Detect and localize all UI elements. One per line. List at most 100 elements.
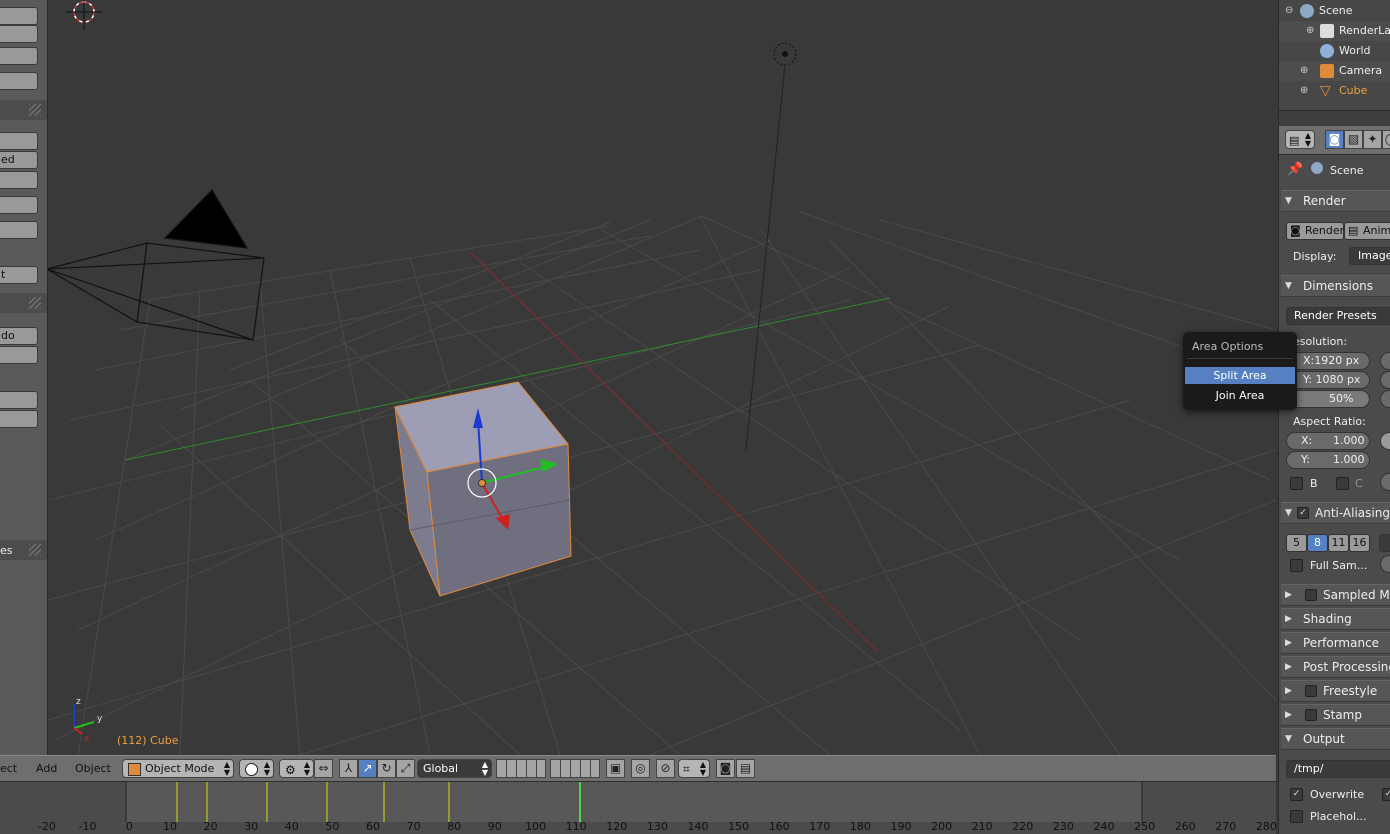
scale-manipulator-icon[interactable]: ⤢ xyxy=(396,759,415,778)
anti-aliasing-checkbox[interactable]: ✓ xyxy=(1297,507,1309,519)
timeline[interactable]: -20 -10 0 10 20 30 40 50 60 70 80 90 100 110 120 130 140… xyxy=(0,782,1277,834)
menu-select[interactable]: ect xyxy=(0,762,17,775)
shelf-button[interactable] xyxy=(0,391,38,409)
transform-orientation-selector[interactable]: Global ▲ ▼ xyxy=(417,759,492,778)
panel-checkbox[interactable] xyxy=(1305,709,1317,721)
panel-post-processing[interactable]: ▶ Post Processing xyxy=(1281,656,1390,678)
resolution-x-field[interactable]: X:1920 px xyxy=(1286,352,1370,370)
output-path-field[interactable]: /tmp/ xyxy=(1286,760,1390,778)
cube-object[interactable] xyxy=(394,381,572,597)
expand-icon[interactable]: ⊕ xyxy=(1306,21,1314,41)
shelf-button[interactable] xyxy=(0,47,38,65)
shelf-panel-header[interactable] xyxy=(0,100,47,120)
outliner-item-world[interactable]: World xyxy=(1279,41,1390,61)
outliner-item-cube[interactable]: ⊕ ▽ Cube xyxy=(1279,81,1390,101)
panel-shading[interactable]: ▶ Shading xyxy=(1281,608,1390,630)
scene-tab-icon[interactable]: ✦ xyxy=(1363,130,1382,149)
expand-icon[interactable]: ⊕ xyxy=(1300,61,1308,81)
rotate-manipulator-icon[interactable]: ↻ xyxy=(377,759,396,778)
full-sample-checkbox[interactable] xyxy=(1290,559,1303,572)
camera-object[interactable] xyxy=(48,189,265,341)
layer-buttons-group-2[interactable] xyxy=(550,759,600,778)
outliner-item-scene[interactable]: ⊖ Scene xyxy=(1279,1,1390,21)
shelf-dropdown[interactable] xyxy=(0,221,38,239)
crop-checkbox[interactable] xyxy=(1336,477,1349,490)
split-area-item[interactable]: Split Area xyxy=(1185,367,1295,384)
shelf-button[interactable] xyxy=(0,25,38,43)
panel-freestyle[interactable]: ▶ Freestyle xyxy=(1281,680,1390,702)
snap-toggle-icon[interactable]: ⊘ xyxy=(656,759,675,778)
shelf-button[interactable]: ed xyxy=(0,151,38,169)
shelf-panel-header[interactable] xyxy=(0,293,47,313)
shelf-button[interactable] xyxy=(0,171,38,189)
translate-manipulator-icon[interactable]: ↗ xyxy=(358,759,377,778)
aspect-y-field[interactable]: Y: 1.000 xyxy=(1286,451,1370,469)
3d-viewport[interactable]: z y x xyxy=(48,0,1276,755)
aspect-x-field[interactable]: X: 1.000 xyxy=(1286,432,1370,450)
panel-checkbox[interactable] xyxy=(1305,685,1317,697)
render-button[interactable]: ◙ Render xyxy=(1286,222,1344,240)
resolution-percentage-field[interactable]: 50% xyxy=(1286,390,1370,408)
world-tab-icon[interactable]: ◯ xyxy=(1382,130,1390,149)
outliner-scrollbar[interactable] xyxy=(1279,110,1390,126)
panel-output[interactable]: ▼ Output xyxy=(1281,728,1390,750)
aa-filter-selector[interactable] xyxy=(1379,534,1390,552)
panel-checkbox[interactable] xyxy=(1305,589,1317,601)
panel-anti-aliasing[interactable]: ▼ ✓ Anti-Aliasing xyxy=(1281,502,1390,524)
display-selector[interactable]: Image xyxy=(1349,247,1390,265)
overwrite-checkbox[interactable]: ✓ xyxy=(1290,788,1303,801)
lock-layers-icon[interactable]: ▣ xyxy=(606,759,625,778)
frame-rate-selector[interactable] xyxy=(1380,432,1390,450)
menu-add[interactable]: Add xyxy=(36,762,57,775)
editor-type-selector[interactable]: ▤ ▲ ▼ xyxy=(1285,130,1315,149)
shelf-button[interactable] xyxy=(0,7,38,25)
manipulate-center-icon[interactable]: ⇔ xyxy=(314,759,333,778)
mode-selector[interactable]: Object Mode ▲ ▼ xyxy=(122,759,234,778)
join-area-item[interactable]: Join Area xyxy=(1185,387,1295,404)
manipulator-toggle-icon[interactable]: ⅄ xyxy=(339,759,358,778)
frame-step-field[interactable] xyxy=(1380,390,1390,408)
aa-sample-11[interactable]: 11 xyxy=(1328,534,1349,552)
render-tab-icon[interactable]: ◙ xyxy=(1325,130,1344,149)
3d-cursor-icon[interactable] xyxy=(66,0,102,30)
render-still-icon[interactable]: ◙ xyxy=(716,759,735,778)
frame-end-field[interactable] xyxy=(1380,371,1390,389)
outliner-item-camera[interactable]: ⊕ Camera xyxy=(1279,61,1390,81)
snap-element-selector[interactable]: ⌗ ▲ ▼ xyxy=(678,759,710,778)
drag-grip-icon[interactable] xyxy=(29,104,41,116)
animation-button[interactable]: ▤ Anima xyxy=(1344,222,1390,240)
shelf-button[interactable]: do xyxy=(0,327,38,345)
time-remap-field[interactable] xyxy=(1380,473,1390,491)
aa-sample-5[interactable]: 5 xyxy=(1286,534,1307,552)
drag-grip-icon[interactable] xyxy=(29,544,41,556)
filter-size-field[interactable] xyxy=(1380,555,1390,573)
border-checkbox[interactable] xyxy=(1290,477,1303,490)
drag-grip-icon[interactable] xyxy=(29,297,41,309)
panel-performance[interactable]: ▶ Performance xyxy=(1281,632,1390,654)
aa-sample-8[interactable]: 8 xyxy=(1307,534,1328,552)
proportional-edit-icon[interactable]: ◎ xyxy=(631,759,650,778)
pivot-point-selector[interactable]: ⚙ ▲ ▼ xyxy=(279,759,314,778)
panel-stamp[interactable]: ▶ Stamp xyxy=(1281,704,1390,726)
shelf-button[interactable] xyxy=(0,196,38,214)
frame-start-field[interactable] xyxy=(1380,352,1390,370)
collapse-icon[interactable]: ⊖ xyxy=(1285,1,1293,21)
shelf-button[interactable] xyxy=(0,346,38,364)
viewport-canvas[interactable]: z y x xyxy=(48,0,1276,755)
shelf-button[interactable] xyxy=(0,72,38,90)
render-layers-tab-icon[interactable]: ▧ xyxy=(1344,130,1363,149)
panel-dimensions[interactable]: ▼ Dimensions xyxy=(1281,275,1390,297)
outliner-item-renderlayers[interactable]: ⊕ RenderLay xyxy=(1279,21,1390,41)
panel-render[interactable]: ▼ Render xyxy=(1281,190,1390,212)
file-extensions-checkbox[interactable]: ✓ xyxy=(1382,788,1390,801)
shelf-panel-header[interactable]: es xyxy=(0,540,47,560)
resolution-y-field[interactable]: Y: 1080 px xyxy=(1286,371,1370,389)
layer-buttons-group-1[interactable] xyxy=(496,759,546,778)
shelf-button[interactable] xyxy=(0,132,38,150)
pin-icon[interactable]: 📌 xyxy=(1287,162,1303,177)
expand-icon[interactable]: ⊕ xyxy=(1300,81,1308,101)
shelf-button[interactable] xyxy=(0,410,38,428)
viewport-shading-selector[interactable]: ▲ ▼ xyxy=(239,759,274,778)
menu-object[interactable]: Object xyxy=(75,762,111,775)
placeholders-checkbox[interactable] xyxy=(1290,810,1303,823)
